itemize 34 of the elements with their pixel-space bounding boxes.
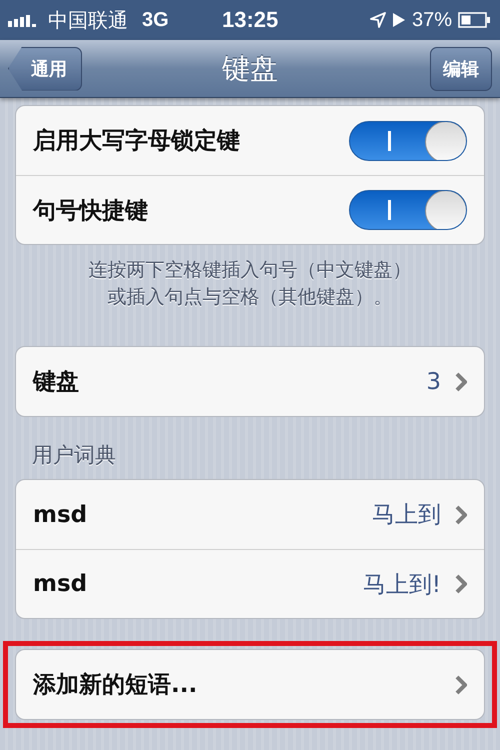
battery-percent: 37% xyxy=(412,8,452,32)
row-label: 添加新的短语... xyxy=(33,671,198,700)
row-value: 3 xyxy=(426,368,441,395)
section-footer: 或插入句点与空格（其他键盘）。 xyxy=(108,284,392,310)
settings-row[interactable]: 句号快捷键 xyxy=(16,175,484,244)
network-type: 3G xyxy=(142,8,169,32)
battery-icon xyxy=(458,12,490,28)
section-header: 用户词典 xyxy=(32,442,117,470)
row-label: msd xyxy=(33,502,88,528)
settings-row[interactable]: 添加新的短语... xyxy=(16,650,484,720)
chevron-icon xyxy=(455,372,467,392)
screen-title: 键盘 xyxy=(222,50,278,86)
play-icon xyxy=(392,12,406,28)
chevron-icon xyxy=(455,674,467,695)
edit-button[interactable]: 编辑 xyxy=(430,46,492,90)
settings-row[interactable]: msd 马上到 xyxy=(16,480,484,550)
row-value: 马上到! xyxy=(362,570,441,600)
row-label: 键盘 xyxy=(33,368,79,398)
clock-time: 13:25 xyxy=(222,7,278,33)
location-icon xyxy=(370,12,386,28)
row-label: 启用大写字母锁定键 xyxy=(33,127,240,156)
row-label: 句号快捷键 xyxy=(33,196,148,226)
section-footer: 连按两下空格键插入句号（中文键盘） xyxy=(88,257,412,284)
toggle-switch[interactable] xyxy=(349,120,467,160)
row-value: 马上到 xyxy=(372,501,441,530)
settings-row[interactable]: msd 马上到! xyxy=(16,549,484,618)
chevron-icon xyxy=(455,574,467,594)
row-label: msd xyxy=(33,571,88,598)
toggle-switch[interactable] xyxy=(349,190,467,230)
chevron-icon xyxy=(455,504,467,525)
settings-row[interactable]: 键盘 3 xyxy=(16,347,484,416)
back-button[interactable]: 通用 xyxy=(8,46,82,90)
carrier-name: 中国联通 xyxy=(48,8,128,34)
settings-row[interactable]: 启用大写字母锁定键 xyxy=(16,106,484,175)
